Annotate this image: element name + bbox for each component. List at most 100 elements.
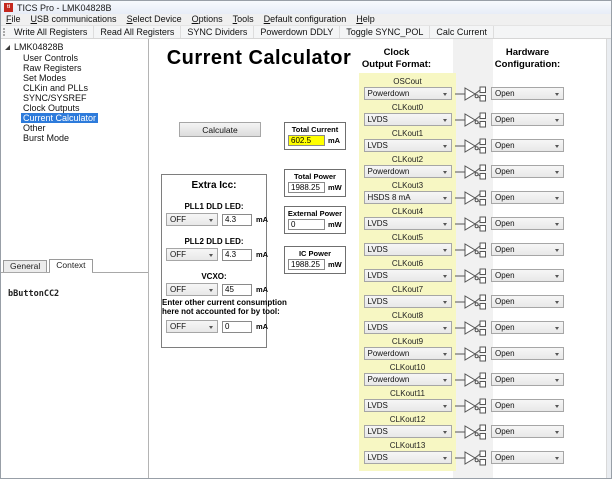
menu-item-help[interactable]: Help <box>351 14 380 25</box>
hardware-config-select-2[interactable]: Open <box>491 139 564 152</box>
tree-item-sync-sysref[interactable]: SYNC/SYSREF <box>23 93 87 103</box>
clkout3-label: CLKout3 <box>391 181 424 190</box>
menu-item-file[interactable]: File <box>1 14 26 25</box>
clkout10-format-select[interactable]: Powerdown <box>363 373 452 386</box>
hardware-config-select-13[interactable]: Open <box>491 425 564 438</box>
clkout12-format-select[interactable]: LVDS <box>363 425 452 438</box>
total-power-input[interactable]: 1988.25 <box>288 182 325 193</box>
clkout4-format-select[interactable]: LVDS <box>363 217 452 230</box>
tab-context[interactable]: Context <box>49 259 93 273</box>
clkout8-label: CLKout8 <box>391 311 424 320</box>
hardware-config-select-9[interactable]: Open <box>491 321 564 334</box>
tree-item-current-calculator[interactable]: Current Calculator <box>21 113 99 123</box>
clkout7-format-select[interactable]: LVDS <box>363 295 452 308</box>
total-current-input[interactable]: 602.5 <box>288 135 325 146</box>
pll2-dld-led-value-input[interactable]: 4.3 <box>222 248 252 261</box>
calculate-button[interactable]: Calculate <box>179 122 261 137</box>
pll1-dld-led-value-input[interactable]: 4.3 <box>222 213 252 226</box>
hardware-config-select-10[interactable]: Open <box>491 347 564 360</box>
tree-root-lmk04828b[interactable]: LMK04828B <box>5 42 64 52</box>
enter-other-current-consumption-select[interactable]: OFF <box>166 320 218 333</box>
tree-item-user-controls[interactable]: User Controls <box>23 53 78 63</box>
hardware-config-select-5[interactable]: Open <box>491 217 564 230</box>
vcxo-select[interactable]: OFF <box>166 283 218 296</box>
differential-buffer-icon <box>455 346 487 362</box>
toolbar-button-powerdown-ddly[interactable]: Powerdown DDLY <box>254 26 341 38</box>
ic-power-input[interactable]: 1988.25 <box>288 259 325 270</box>
oscout-format-select[interactable]: Powerdown <box>363 87 452 100</box>
pll2-dld-led-label: PLL2 DLD LED: <box>184 237 244 246</box>
clock-output-format-panel: OSCout Powerdown CLKout0 LVDS CLKout1 LVDS CLK… <box>359 73 456 471</box>
oscout-row: OSCout Powerdown <box>359 77 456 103</box>
clkout6-label: CLKout6 <box>391 259 424 268</box>
title-bar: ti TICS Pro - LMK04828B <box>1 1 611 14</box>
hardware-config-select-12[interactable]: Open <box>491 399 564 412</box>
clkout1-format-select[interactable]: LVDS <box>363 139 452 152</box>
enter-other-current-consumption-label: here not accounted for by tool: <box>162 307 280 316</box>
clkout6-format-select[interactable]: LVDS <box>363 269 452 282</box>
main-panel: Current Calculator Calculate Total Curre… <box>149 39 611 478</box>
tree-item-burst-mode[interactable]: Burst Mode <box>23 133 69 143</box>
hardware-config-select-3[interactable]: Open <box>491 165 564 178</box>
clkout13-format-select[interactable]: LVDS <box>363 451 452 464</box>
tree-item-raw-registers[interactable]: Raw Registers <box>23 63 82 73</box>
total-current-box: Total Current 602.5 mA <box>284 122 346 150</box>
menu-item-default-configuration[interactable]: Default configuration <box>259 14 352 25</box>
pll1-dld-led-select[interactable]: OFF <box>166 213 218 226</box>
ic-power-unit: mW <box>328 260 342 269</box>
pll2-dld-led-select[interactable]: OFF <box>166 248 218 261</box>
app-window: ti TICS Pro - LMK04828B File USB communic… <box>0 0 612 479</box>
differential-buffer-icon <box>455 190 487 206</box>
menu-item-usb-communications[interactable]: USB communications <box>26 14 122 25</box>
clkout7-row: CLKout7 LVDS <box>359 285 456 311</box>
page-title: Current Calculator <box>166 47 352 69</box>
hardware-config-select-11[interactable]: Open <box>491 373 564 386</box>
expander-triangle-icon[interactable] <box>5 44 10 50</box>
toolbar-grip-icon <box>3 28 6 36</box>
clkout8-format-select[interactable]: LVDS <box>363 321 452 334</box>
clkout9-format-select[interactable]: Powerdown <box>363 347 452 360</box>
window-title: TICS Pro - LMK04828B <box>17 2 112 13</box>
external-power-input[interactable]: 0 <box>288 219 325 230</box>
hardware-config-select-4[interactable]: Open <box>491 191 564 204</box>
tree-item-clock-outputs[interactable]: Clock Outputs <box>23 103 80 113</box>
sidebar: LMK04828B User Controls Raw Registers Set … <box>1 39 149 478</box>
vertical-scrollbar[interactable] <box>606 39 611 478</box>
clkout12-label: CLKout12 <box>389 415 426 424</box>
clkout2-label: CLKout2 <box>391 155 424 164</box>
tree-root-label: LMK04828B <box>14 42 64 52</box>
clkout4-row: CLKout4 LVDS <box>359 207 456 233</box>
hardware-config-select-0[interactable]: Open <box>491 87 564 100</box>
menu-item-options[interactable]: Options <box>187 14 228 25</box>
toolbar-button-calc-current[interactable]: Calc Current <box>430 26 494 38</box>
vcxo-value-input[interactable]: 45 <box>222 283 252 296</box>
differential-buffer-icon <box>455 320 487 336</box>
tree-item-set-modes[interactable]: Set Modes <box>23 73 66 83</box>
differential-buffer-icon <box>455 268 487 284</box>
clkout3-row: CLKout3 HSDS 8 mA <box>359 181 456 207</box>
hardware-config-select-1[interactable]: Open <box>491 113 564 126</box>
clkout0-format-select[interactable]: LVDS <box>363 113 452 126</box>
enter-other-current-consumption-value-input[interactable]: 0 <box>222 320 252 333</box>
clkout11-format-select[interactable]: LVDS <box>363 399 452 412</box>
clkout2-format-select[interactable]: Powerdown <box>363 165 452 178</box>
differential-buffer-icon <box>455 242 487 258</box>
hardware-config-select-8[interactable]: Open <box>491 295 564 308</box>
hardware-config-select-6[interactable]: Open <box>491 243 564 256</box>
toolbar-button-toggle-sync-pol[interactable]: Toggle SYNC_POL <box>340 26 431 38</box>
toolbar-button-read-all-registers[interactable]: Read All Registers <box>94 26 182 38</box>
tree-item-other[interactable]: Other <box>23 123 46 133</box>
oscout-label: OSCout <box>393 77 422 86</box>
toolbar-button-sync-dividers[interactable]: SYNC Dividers <box>181 26 255 38</box>
clkout3-format-select[interactable]: HSDS 8 mA <box>363 191 452 204</box>
menu-item-tools[interactable]: Tools <box>228 14 259 25</box>
hardware-config-select-7[interactable]: Open <box>491 269 564 282</box>
clkout5-format-select[interactable]: LVDS <box>363 243 452 256</box>
clkout6-row: CLKout6 LVDS <box>359 259 456 285</box>
differential-buffer-icon <box>455 138 487 154</box>
tab-general[interactable]: General <box>3 260 48 272</box>
hardware-config-select-14[interactable]: Open <box>491 451 564 464</box>
tree-item-clkin-and-plls[interactable]: CLKin and PLLs <box>23 83 88 93</box>
menu-item-select-device[interactable]: Select Device <box>122 14 187 25</box>
toolbar-button-write-all-registers[interactable]: Write All Registers <box>8 26 95 38</box>
